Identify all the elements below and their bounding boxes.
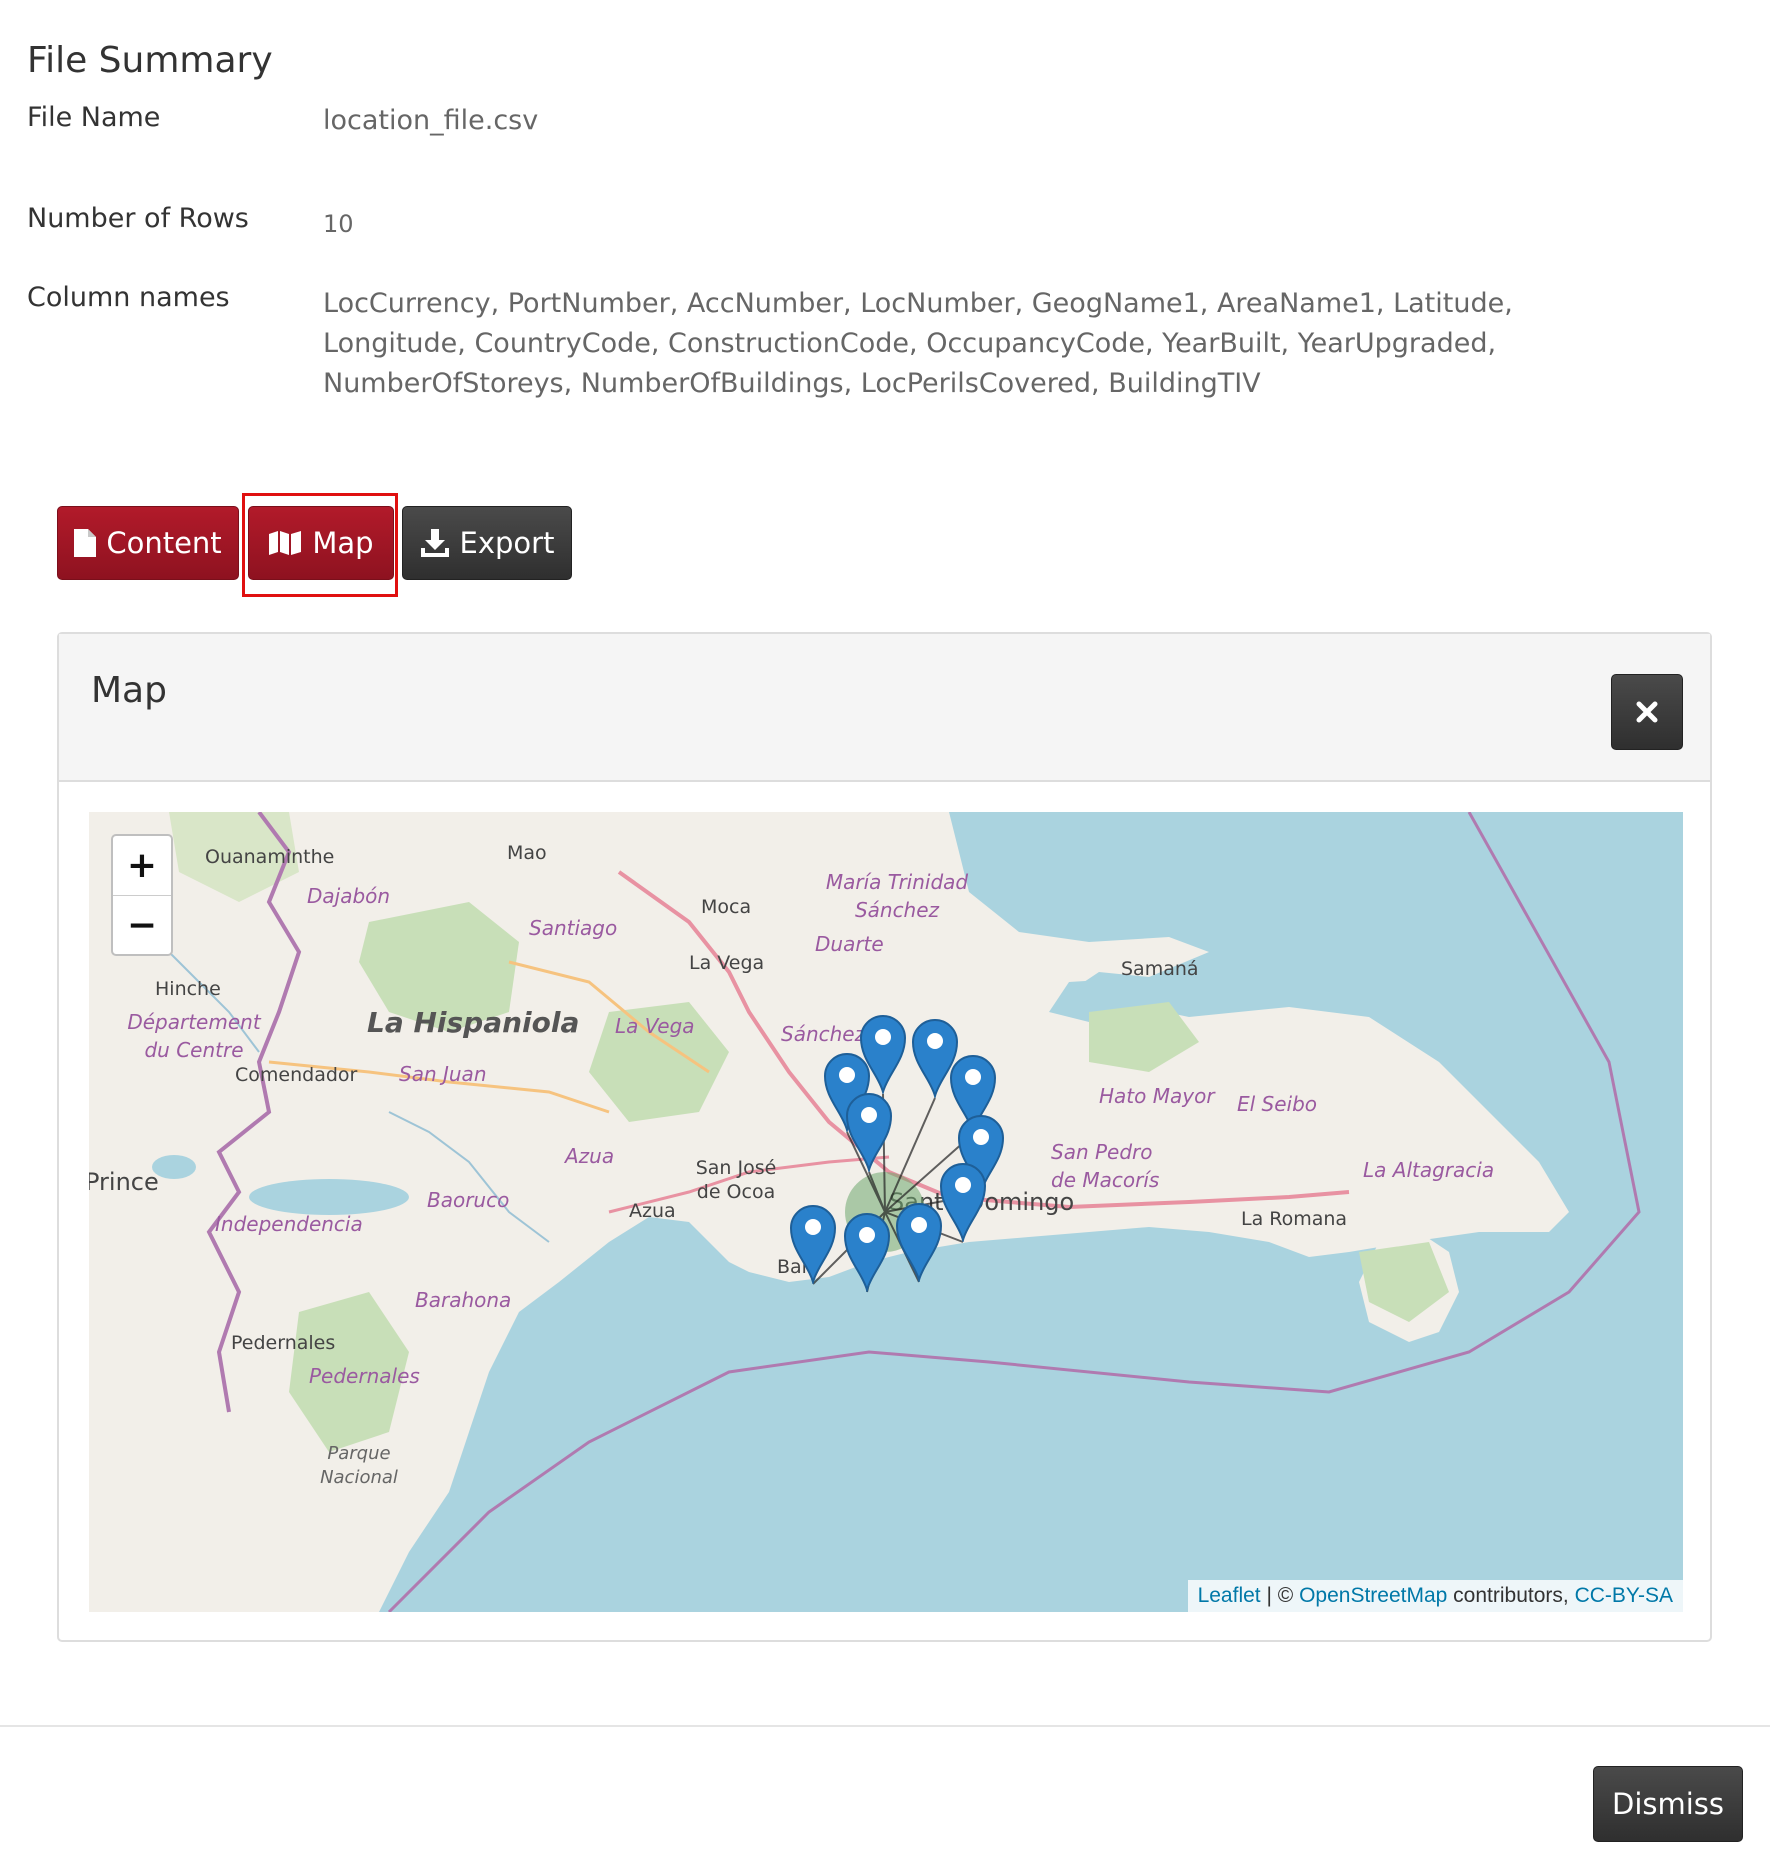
file-icon xyxy=(74,529,97,557)
footer-divider xyxy=(0,1725,1770,1727)
map-panel-title: Map xyxy=(91,670,167,711)
file-summary-title: File Summary xyxy=(27,40,273,81)
zoom-control: + − xyxy=(111,834,173,956)
column-names-value: LocCurrency, PortNumber, AccNumber, LocN… xyxy=(323,288,1513,399)
column-names-label: Column names xyxy=(27,282,230,313)
file-name-value: location_file.csv xyxy=(323,105,539,136)
map-marker[interactable] xyxy=(842,1210,892,1292)
download-icon xyxy=(420,529,449,557)
map-panel-header: Map xyxy=(59,634,1710,782)
leaflet-link[interactable]: Leaflet xyxy=(1198,1584,1261,1607)
content-button[interactable]: Content xyxy=(57,506,239,580)
attribution-separator: | © xyxy=(1260,1584,1300,1607)
map-marker[interactable] xyxy=(788,1202,838,1284)
leaflet-map[interactable]: Ouanaminthe Mao Dajabón María Trinidad S… xyxy=(89,812,1683,1612)
content-button-label: Content xyxy=(106,526,222,560)
attribution-contributors: contributors, xyxy=(1447,1584,1575,1607)
export-button[interactable]: Export xyxy=(402,506,572,580)
map-marker[interactable] xyxy=(938,1160,988,1242)
openstreetmap-link[interactable]: OpenStreetMap xyxy=(1299,1584,1447,1607)
map-button-label: Map xyxy=(312,526,374,560)
number-of-rows-label: Number of Rows xyxy=(27,203,249,234)
map-icon xyxy=(269,531,302,555)
map-button[interactable]: Map xyxy=(248,506,394,580)
zoom-in-button[interactable]: + xyxy=(113,836,171,896)
map-marker[interactable] xyxy=(844,1090,894,1172)
number-of-rows-value: 10 xyxy=(323,210,354,238)
map-attribution: Leaflet | © OpenStreetMap contributors, … xyxy=(1187,1580,1683,1612)
license-link[interactable]: CC-BY-SA xyxy=(1575,1584,1673,1607)
close-map-button[interactable] xyxy=(1611,674,1683,750)
map-marker[interactable] xyxy=(894,1200,944,1282)
times-icon xyxy=(1636,701,1658,723)
dismiss-button[interactable]: Dismiss xyxy=(1593,1766,1743,1842)
file-name-label: File Name xyxy=(27,102,161,133)
zoom-out-button[interactable]: − xyxy=(113,896,171,955)
export-button-label: Export xyxy=(459,526,555,560)
